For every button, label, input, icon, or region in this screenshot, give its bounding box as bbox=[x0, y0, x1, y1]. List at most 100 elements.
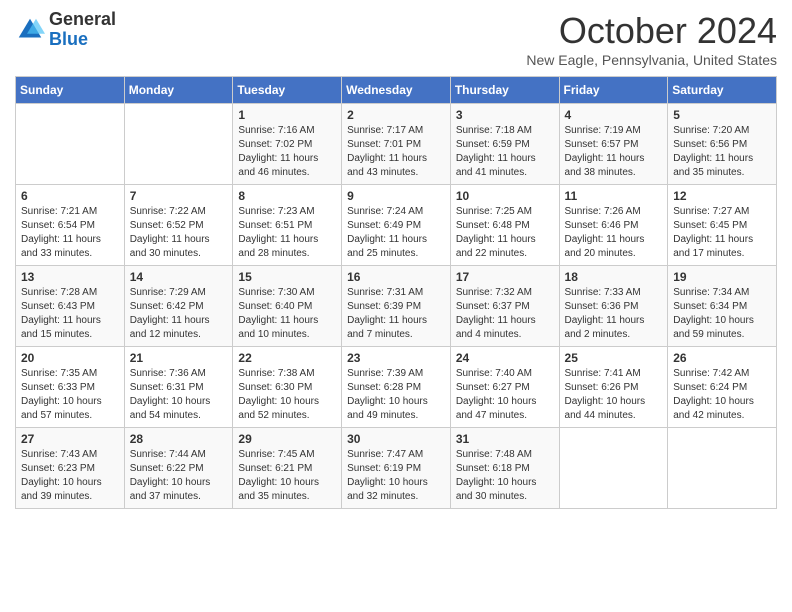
calendar-cell: 26 Sunrise: 7:42 AM Sunset: 6:24 PM Dayli… bbox=[668, 347, 777, 428]
calendar-cell: 3 Sunrise: 7:18 AM Sunset: 6:59 PM Daylig… bbox=[450, 104, 559, 185]
day-number: 1 bbox=[238, 108, 336, 122]
day-number: 11 bbox=[565, 189, 663, 203]
day-info: Sunrise: 7:41 AM Sunset: 6:26 PM Dayligh… bbox=[565, 367, 663, 423]
calendar-cell: 17 Sunrise: 7:32 AM Sunset: 6:37 PM Dayli… bbox=[450, 266, 559, 347]
day-number: 25 bbox=[565, 351, 663, 365]
calendar-cell: 19Sunrise: 7:34 AM Sunset: 6:34 PM Dayli… bbox=[668, 266, 777, 347]
day-number: 26 bbox=[673, 351, 771, 365]
page-header: General Blue October 2024 New Eagle, Pen… bbox=[15, 10, 777, 68]
day-number: 9 bbox=[347, 189, 445, 203]
col-thursday: Thursday bbox=[450, 77, 559, 104]
day-number: 16 bbox=[347, 270, 445, 284]
calendar-cell bbox=[124, 104, 233, 185]
day-number: 20 bbox=[21, 351, 119, 365]
day-info: Sunrise: 7:19 AM Sunset: 6:57 PM Dayligh… bbox=[565, 124, 663, 180]
calendar-week-2: 6 Sunrise: 7:21 AM Sunset: 6:54 PM Daylig… bbox=[16, 185, 777, 266]
day-info: Sunrise: 7:18 AM Sunset: 6:59 PM Dayligh… bbox=[456, 124, 554, 180]
day-info: Sunrise: 7:44 AM Sunset: 6:22 PM Dayligh… bbox=[130, 448, 228, 504]
day-info: Sunrise: 7:30 AM Sunset: 6:40 PM Dayligh… bbox=[238, 286, 336, 342]
location: New Eagle, Pennsylvania, United States bbox=[526, 52, 777, 68]
logo: General Blue bbox=[15, 10, 116, 50]
calendar-cell: 28 Sunrise: 7:44 AM Sunset: 6:22 PM Dayli… bbox=[124, 428, 233, 509]
day-info: Sunrise: 7:35 AM Sunset: 6:33 PM Dayligh… bbox=[21, 367, 119, 423]
day-info: Sunrise: 7:16 AM Sunset: 7:02 PM Dayligh… bbox=[238, 124, 336, 180]
calendar-week-1: 1 Sunrise: 7:16 AM Sunset: 7:02 PM Daylig… bbox=[16, 104, 777, 185]
calendar-cell: 15 Sunrise: 7:30 AM Sunset: 6:40 PM Dayli… bbox=[233, 266, 342, 347]
calendar-cell: 12Sunrise: 7:27 AM Sunset: 6:45 PM Dayli… bbox=[668, 185, 777, 266]
day-number: 10 bbox=[456, 189, 554, 203]
day-number: 24 bbox=[456, 351, 554, 365]
calendar-cell bbox=[559, 428, 668, 509]
day-info: Sunrise: 7:47 AM Sunset: 6:19 PM Dayligh… bbox=[347, 448, 445, 504]
day-info: Sunrise: 7:42 AM Sunset: 6:24 PM Dayligh… bbox=[673, 367, 771, 423]
calendar-cell: 7 Sunrise: 7:22 AM Sunset: 6:52 PM Daylig… bbox=[124, 185, 233, 266]
col-wednesday: Wednesday bbox=[342, 77, 451, 104]
day-info: Sunrise: 7:22 AM Sunset: 6:52 PM Dayligh… bbox=[130, 205, 228, 261]
calendar-cell: 14Sunrise: 7:29 AM Sunset: 6:42 PM Dayli… bbox=[124, 266, 233, 347]
calendar-cell: 6 Sunrise: 7:21 AM Sunset: 6:54 PM Daylig… bbox=[16, 185, 125, 266]
day-info: Sunrise: 7:39 AM Sunset: 6:28 PM Dayligh… bbox=[347, 367, 445, 423]
calendar-cell: 1 Sunrise: 7:16 AM Sunset: 7:02 PM Daylig… bbox=[233, 104, 342, 185]
day-info: Sunrise: 7:21 AM Sunset: 6:54 PM Dayligh… bbox=[21, 205, 119, 261]
day-number: 6 bbox=[21, 189, 119, 203]
day-info: Sunrise: 7:34 AM Sunset: 6:34 PM Dayligh… bbox=[673, 286, 771, 342]
calendar-header: Sunday Monday Tuesday Wednesday Thursday… bbox=[16, 77, 777, 104]
day-info: Sunrise: 7:45 AM Sunset: 6:21 PM Dayligh… bbox=[238, 448, 336, 504]
col-sunday: Sunday bbox=[16, 77, 125, 104]
day-number: 30 bbox=[347, 432, 445, 446]
calendar-table: Sunday Monday Tuesday Wednesday Thursday… bbox=[15, 76, 777, 509]
day-number: 27 bbox=[21, 432, 119, 446]
calendar-cell: 25 Sunrise: 7:41 AM Sunset: 6:26 PM Dayli… bbox=[559, 347, 668, 428]
day-info: Sunrise: 7:38 AM Sunset: 6:30 PM Dayligh… bbox=[238, 367, 336, 423]
calendar-cell: 18 Sunrise: 7:33 AM Sunset: 6:36 PM Dayli… bbox=[559, 266, 668, 347]
day-info: Sunrise: 7:28 AM Sunset: 6:43 PM Dayligh… bbox=[21, 286, 119, 342]
day-info: Sunrise: 7:26 AM Sunset: 6:46 PM Dayligh… bbox=[565, 205, 663, 261]
day-number: 23 bbox=[347, 351, 445, 365]
day-info: Sunrise: 7:24 AM Sunset: 6:49 PM Dayligh… bbox=[347, 205, 445, 261]
calendar-week-3: 13 Sunrise: 7:28 AM Sunset: 6:43 PM Dayli… bbox=[16, 266, 777, 347]
day-info: Sunrise: 7:33 AM Sunset: 6:36 PM Dayligh… bbox=[565, 286, 663, 342]
day-info: Sunrise: 7:25 AM Sunset: 6:48 PM Dayligh… bbox=[456, 205, 554, 261]
calendar-cell: 29 Sunrise: 7:45 AM Sunset: 6:21 PM Dayli… bbox=[233, 428, 342, 509]
day-number: 28 bbox=[130, 432, 228, 446]
day-number: 15 bbox=[238, 270, 336, 284]
col-monday: Monday bbox=[124, 77, 233, 104]
calendar-cell: 4Sunrise: 7:19 AM Sunset: 6:57 PM Daylig… bbox=[559, 104, 668, 185]
logo-text: General Blue bbox=[49, 10, 116, 50]
day-info: Sunrise: 7:36 AM Sunset: 6:31 PM Dayligh… bbox=[130, 367, 228, 423]
day-number: 31 bbox=[456, 432, 554, 446]
day-number: 18 bbox=[565, 270, 663, 284]
logo-icon bbox=[15, 15, 45, 45]
calendar-body: 1 Sunrise: 7:16 AM Sunset: 7:02 PM Daylig… bbox=[16, 104, 777, 509]
month-title: October 2024 bbox=[526, 10, 777, 52]
calendar-cell: 23 Sunrise: 7:39 AM Sunset: 6:28 PM Dayli… bbox=[342, 347, 451, 428]
day-info: Sunrise: 7:31 AM Sunset: 6:39 PM Dayligh… bbox=[347, 286, 445, 342]
calendar-cell: 27Sunrise: 7:43 AM Sunset: 6:23 PM Dayli… bbox=[16, 428, 125, 509]
calendar-cell: 2Sunrise: 7:17 AM Sunset: 7:01 PM Daylig… bbox=[342, 104, 451, 185]
calendar-cell: 30 Sunrise: 7:47 AM Sunset: 6:19 PM Dayli… bbox=[342, 428, 451, 509]
calendar-cell: 10 Sunrise: 7:25 AM Sunset: 6:48 PM Dayli… bbox=[450, 185, 559, 266]
day-number: 17 bbox=[456, 270, 554, 284]
day-info: Sunrise: 7:32 AM Sunset: 6:37 PM Dayligh… bbox=[456, 286, 554, 342]
calendar-cell: 22Sunrise: 7:38 AM Sunset: 6:30 PM Dayli… bbox=[233, 347, 342, 428]
calendar-cell: 31 Sunrise: 7:48 AM Sunset: 6:18 PM Dayli… bbox=[450, 428, 559, 509]
header-row: Sunday Monday Tuesday Wednesday Thursday… bbox=[16, 77, 777, 104]
day-number: 14 bbox=[130, 270, 228, 284]
day-info: Sunrise: 7:48 AM Sunset: 6:18 PM Dayligh… bbox=[456, 448, 554, 504]
calendar-cell: 5Sunrise: 7:20 AM Sunset: 6:56 PM Daylig… bbox=[668, 104, 777, 185]
calendar-cell: 24Sunrise: 7:40 AM Sunset: 6:27 PM Dayli… bbox=[450, 347, 559, 428]
calendar-cell: 20 Sunrise: 7:35 AM Sunset: 6:33 PM Dayli… bbox=[16, 347, 125, 428]
day-number: 7 bbox=[130, 189, 228, 203]
col-friday: Friday bbox=[559, 77, 668, 104]
day-number: 3 bbox=[456, 108, 554, 122]
day-info: Sunrise: 7:17 AM Sunset: 7:01 PM Dayligh… bbox=[347, 124, 445, 180]
day-number: 29 bbox=[238, 432, 336, 446]
calendar-cell: 11 Sunrise: 7:26 AM Sunset: 6:46 PM Dayli… bbox=[559, 185, 668, 266]
day-number: 8 bbox=[238, 189, 336, 203]
day-number: 13 bbox=[21, 270, 119, 284]
calendar-cell bbox=[16, 104, 125, 185]
day-number: 21 bbox=[130, 351, 228, 365]
col-saturday: Saturday bbox=[668, 77, 777, 104]
calendar-cell: 8Sunrise: 7:23 AM Sunset: 6:51 PM Daylig… bbox=[233, 185, 342, 266]
calendar-cell: 21 Sunrise: 7:36 AM Sunset: 6:31 PM Dayli… bbox=[124, 347, 233, 428]
